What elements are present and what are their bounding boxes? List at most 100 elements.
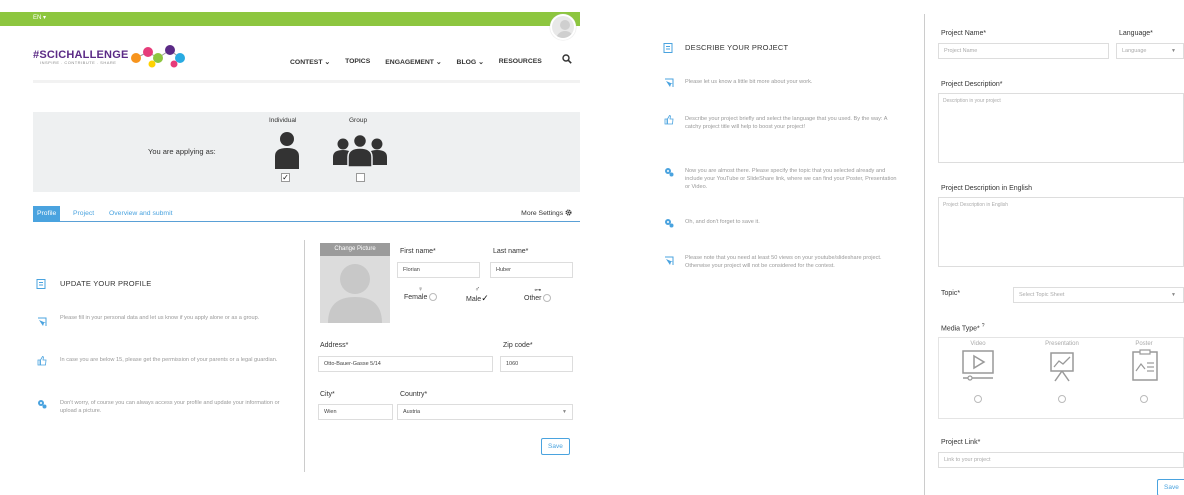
nav-contest[interactable]: CONTEST ⌄ (290, 58, 330, 66)
project-description-english-label: Project Description in English (941, 185, 1033, 192)
nav-blog[interactable]: BLOG ⌄ (457, 58, 484, 66)
media-option-presentation[interactable]: Presentation (1032, 341, 1092, 403)
project-save-button[interactable]: Save (1157, 479, 1184, 495)
project-name-label: Project Name* (941, 30, 987, 37)
nav-resources[interactable]: RESOURCES (499, 58, 542, 66)
right-step-text-1: Please let us know a little bit more abo… (685, 79, 813, 85)
video-radio[interactable] (974, 395, 982, 403)
zip-field[interactable]: 1060 (500, 356, 573, 372)
topic-placeholder: Select Topic Sheet (1019, 292, 1065, 298)
gender-female-radio[interactable] (429, 293, 438, 301)
pointer-icon (38, 317, 47, 326)
tab-profile[interactable]: Profile (33, 206, 61, 222)
poster-label: Poster (1135, 341, 1153, 347)
group-checkbox[interactable] (356, 173, 365, 182)
gender-other-option[interactable]: ⊶ Other (524, 286, 552, 302)
tab-project[interactable]: Project (73, 206, 94, 222)
project-link-label: Project Link* (941, 439, 981, 446)
other-gender-icon: ⊶ (534, 287, 542, 294)
left-step-text-1: Please fill in your personal data and le… (60, 315, 260, 321)
search-icon[interactable] (562, 54, 572, 64)
right-divider (924, 14, 925, 495)
nav-topics[interactable]: TOPICS (345, 58, 370, 66)
top-bar (0, 12, 580, 26)
individual-label: Individual (269, 117, 297, 124)
left-step-text-2: In case you are below 15, please get the… (60, 357, 278, 363)
project-description-label: Project Description* (941, 81, 1003, 88)
pointer-icon (665, 256, 674, 265)
address-field[interactable]: Otto-Bauer-Gasse 5/14 (318, 356, 493, 372)
country-label: Country* (400, 391, 428, 398)
presentation-label: Presentation (1045, 341, 1079, 347)
media-type-label-text: Media Type* (941, 325, 980, 333)
right-step-text-5: Please note that you need at least 50 vi… (685, 255, 882, 269)
left-step-text-3: Don't worry, of course you can always ac… (60, 400, 280, 414)
language-placeholder: Language (1122, 48, 1147, 54)
help-icon[interactable]: ? (982, 323, 985, 329)
group-icon[interactable] (333, 133, 387, 167)
describe-project-title: DESCRIBE YOUR PROJECT (685, 43, 789, 52)
gears-icon (665, 219, 674, 228)
thumbs-up-icon (37, 356, 47, 366)
profile-save-button[interactable]: Save (541, 438, 570, 455)
gender-female-option[interactable]: ♀ Female (404, 286, 438, 301)
topic-select[interactable]: Select Topic Sheet ▼ (1013, 287, 1184, 303)
country-select[interactable]: Austria ▼ (397, 404, 573, 420)
poster-radio[interactable] (1140, 395, 1148, 403)
thumbs-up-icon (664, 115, 674, 125)
presentation-icon (1050, 352, 1074, 382)
nav-engagement[interactable]: ENGAGEMENT ⌄ (385, 58, 441, 66)
first-name-label: First name* (400, 248, 436, 255)
video-icon (962, 350, 994, 381)
individual-icon[interactable] (273, 131, 301, 169)
project-name-field[interactable]: Project Name (938, 43, 1109, 59)
change-picture-button[interactable]: Change Picture (320, 243, 390, 256)
chevron-down-icon: ▼ (1171, 292, 1176, 298)
video-label: Video (970, 341, 986, 347)
logo-molecule-icon (131, 45, 185, 68)
gender-male-check[interactable]: ✓ (481, 293, 489, 303)
group-label: Group (349, 117, 368, 124)
gender-female-label: Female (404, 293, 428, 301)
poster-icon (1132, 349, 1158, 381)
user-avatar[interactable] (550, 14, 576, 40)
left-divider (304, 240, 305, 472)
project-link-field[interactable]: Link to your project (938, 452, 1184, 468)
project-description-english-textarea[interactable]: Project Description in English (938, 197, 1184, 267)
document-icon (663, 43, 673, 53)
language-selector[interactable]: EN ▾ (33, 14, 46, 21)
last-name-field[interactable]: Huber (490, 262, 573, 278)
language-select[interactable]: Language ▼ (1116, 43, 1184, 59)
media-option-video[interactable]: Video (948, 341, 1008, 403)
form-tabs: Profile Project Overview and submit More… (33, 206, 580, 222)
gear-icon (565, 209, 572, 216)
country-value: Austria (403, 409, 421, 415)
media-option-poster[interactable]: Poster (1114, 341, 1174, 403)
project-description-textarea[interactable]: Description in your project (938, 93, 1184, 163)
first-name-field[interactable]: Florian (397, 262, 480, 278)
site-tagline: INSPIRE . CONTRIBUTE . SHARE (40, 60, 117, 65)
pointer-icon (665, 78, 674, 87)
update-profile-title: UPDATE YOUR PROFILE (60, 279, 152, 288)
more-settings-link[interactable]: More Settings (521, 206, 572, 222)
right-step-text-3: Now you are almost there. Please specify… (685, 168, 897, 190)
individual-checkbox[interactable]: ✓ (281, 173, 290, 182)
main-nav: CONTEST ⌄ TOPICS ENGAGEMENT ⌄ BLOG ⌄ RES… (290, 58, 542, 66)
zip-label: Zip code* (503, 342, 533, 349)
city-label: City* (320, 391, 335, 398)
city-field[interactable]: Wien (318, 404, 393, 420)
applying-as-label: You are applying as: (148, 147, 216, 156)
topic-label: Topic* (941, 290, 961, 297)
header-divider (33, 80, 580, 83)
tab-overview[interactable]: Overview and submit (109, 206, 172, 222)
male-icon: ♂ (474, 286, 480, 293)
applying-as-panel (33, 112, 580, 192)
last-name-label: Last name* (493, 248, 529, 255)
gender-male-option[interactable]: ♂ Male✓ (466, 286, 489, 304)
presentation-radio[interactable] (1058, 395, 1066, 403)
more-settings-label: More Settings (521, 210, 564, 217)
chevron-down-icon: ▼ (1171, 48, 1176, 54)
gender-other-radio[interactable] (543, 294, 552, 302)
right-step-text-4: Oh, and don't forget to save it. (685, 219, 760, 225)
gender-male-label: Male (466, 296, 482, 303)
